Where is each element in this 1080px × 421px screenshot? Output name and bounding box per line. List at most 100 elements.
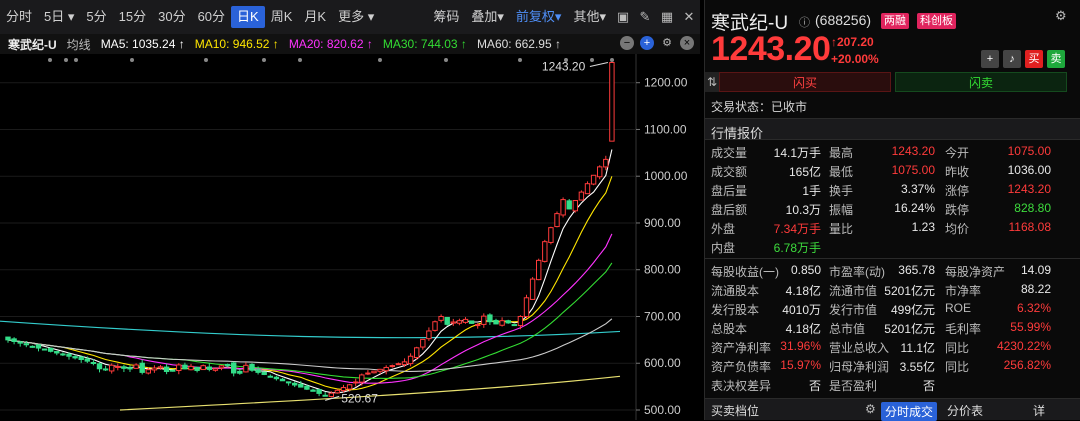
candle-body xyxy=(78,356,84,361)
candle-body xyxy=(560,199,566,216)
stock-code: (688256) xyxy=(815,12,872,28)
gear-icon[interactable]: ⚙ xyxy=(865,402,876,416)
ma30-label: MA30: 744.03 ↑ xyxy=(382,37,467,51)
candle-body xyxy=(90,362,97,365)
add-watch-button[interactable]: + xyxy=(981,50,999,68)
tab-60min[interactable]: 60分 xyxy=(192,6,231,28)
candle-body xyxy=(151,367,158,371)
y-tick-label: 800.00 xyxy=(644,263,681,277)
kline-chart[interactable]: 1200.00 1100.00 1000.00 900.00 800.00 700.00 6… xyxy=(0,54,700,420)
ma-mode[interactable]: 均线 xyxy=(67,36,91,53)
chart-bg xyxy=(0,54,700,420)
quote-row: 内盘 6.78万手 xyxy=(705,237,1080,256)
candle-body xyxy=(5,336,11,341)
event-marker xyxy=(518,58,522,62)
flash-buy-button[interactable]: 闪买 xyxy=(719,72,891,92)
field-value: 14.1万手 xyxy=(773,146,821,160)
buy-button[interactable]: 买 xyxy=(1025,50,1043,68)
field-value: 否 xyxy=(922,379,935,393)
field-label: ROE xyxy=(945,301,972,315)
candle-body xyxy=(182,364,188,370)
candle-body xyxy=(60,353,66,356)
quote-row: 表决权差异否是否盈利否 xyxy=(705,375,1080,394)
event-marker xyxy=(298,58,302,62)
minus-icon[interactable]: − xyxy=(620,36,634,50)
candle-body xyxy=(17,341,23,344)
candle-body xyxy=(255,369,261,373)
field-value: 1手 xyxy=(802,184,821,198)
ma10-label: MA10: 946.52 ↑ xyxy=(194,37,279,51)
flash-trade-bar: ⇅ 闪买 闪卖 xyxy=(705,72,1080,92)
tab-price-table[interactable]: 分价表 xyxy=(947,402,983,419)
tab-15min[interactable]: 15分 xyxy=(113,6,152,28)
candle-body xyxy=(163,366,170,372)
app: 分时 5日 ▾ 5分 15分 30分 60分 日K 周K 月K 更多 ▾ 筹码 … xyxy=(0,0,1080,421)
adjust-button[interactable]: 前复权▾ xyxy=(510,6,568,28)
candle-body xyxy=(298,383,304,388)
field-value: 256.82% xyxy=(1003,358,1051,372)
event-marker xyxy=(130,58,134,62)
fullscreen-icon[interactable]: ▣ xyxy=(612,9,634,25)
field-label: 盘后额 xyxy=(711,203,748,217)
candle-body xyxy=(127,367,133,370)
pen-icon[interactable]: ✎ xyxy=(634,9,656,25)
candle-body xyxy=(548,227,554,243)
candle-body xyxy=(517,315,524,327)
field-value: 6.78万手 xyxy=(773,241,821,255)
tab-30min[interactable]: 30分 xyxy=(152,6,191,28)
field-label: 换手 xyxy=(829,184,854,198)
grid-icon[interactable]: ▦ xyxy=(656,9,678,25)
candle-body xyxy=(590,174,597,185)
field-value: 31.96% xyxy=(780,339,821,353)
candle-body xyxy=(536,259,542,281)
sell-button[interactable]: 卖 xyxy=(1047,50,1065,68)
chip-button[interactable]: 筹码 xyxy=(427,6,465,28)
close-icon[interactable]: × xyxy=(680,36,694,50)
candle-body xyxy=(310,389,316,392)
field-value: 1075.00 xyxy=(891,163,935,177)
low-label: 520.67 xyxy=(341,391,378,405)
tab-time-sales[interactable]: 分时成交 xyxy=(881,402,938,421)
event-marker xyxy=(610,58,614,62)
tab-fenshi[interactable]: 分时 xyxy=(0,6,38,28)
candle-body xyxy=(481,315,487,325)
quote-row: 流通股本 4.18亿 流通市值 5201亿元 市净率 88.22 xyxy=(705,280,1080,299)
other-button[interactable]: 其他▾ xyxy=(567,6,612,28)
tab-5day[interactable]: 5日 ▾ xyxy=(38,6,80,28)
candle-body xyxy=(340,387,347,392)
flash-sell-button[interactable]: 闪卖 xyxy=(895,72,1067,92)
field-label: 营业总收入 xyxy=(829,341,890,355)
gear-icon[interactable]: ⚙ xyxy=(660,36,674,50)
collapse-icon[interactable]: ⇅ xyxy=(705,72,719,92)
gear-icon[interactable]: ⚙ xyxy=(1055,8,1067,24)
tab-daily-k[interactable]: 日K xyxy=(231,6,265,28)
field-label: 昨收 xyxy=(945,165,970,179)
detail-button[interactable]: 详 xyxy=(1033,402,1045,419)
overlay-button[interactable]: 叠加▾ xyxy=(465,6,510,28)
ma-legend-bar: 寒武纪-U 均线 MA5: 1035.24 ↑ MA10: 946.52 ↑ M… xyxy=(0,34,700,54)
field-value: 3.55亿 xyxy=(899,360,935,374)
period-toolbar: 分时 5日 ▾ 5分 15分 30分 60分 日K 周K 月K 更多 ▾ 筹码 … xyxy=(0,0,700,34)
field-value: 否 xyxy=(808,379,821,393)
field-label: 是否盈利 xyxy=(829,379,878,393)
tab-weekly-k[interactable]: 周K xyxy=(265,6,299,28)
candle-body xyxy=(35,344,42,349)
change-percent: +20.00% xyxy=(831,52,879,66)
alert-button[interactable]: ♪ xyxy=(1003,50,1021,68)
plus-icon[interactable]: + xyxy=(640,36,654,50)
candle-body xyxy=(176,364,182,372)
tab-more[interactable]: 更多 ▾ xyxy=(332,6,380,28)
candle-body xyxy=(194,366,200,371)
last-price: 1243.20 xyxy=(711,30,831,68)
tab-5min[interactable]: 5分 xyxy=(80,6,112,28)
field-label: 发行市值 xyxy=(829,303,878,317)
close-icon[interactable]: ✕ xyxy=(678,9,700,25)
candle-body xyxy=(359,374,365,383)
bottom-tabs: 买卖档位 ⚙ 分时成交 分价表 详 xyxy=(705,398,1080,421)
field-value: 499亿元 xyxy=(890,303,935,317)
tab-monthly-k[interactable]: 月K xyxy=(298,6,332,28)
field-label: 振幅 xyxy=(829,203,854,217)
candle-body xyxy=(48,347,54,352)
info-icon[interactable]: ⓘ xyxy=(799,14,810,30)
order-book-label: 买卖档位 xyxy=(711,404,760,418)
